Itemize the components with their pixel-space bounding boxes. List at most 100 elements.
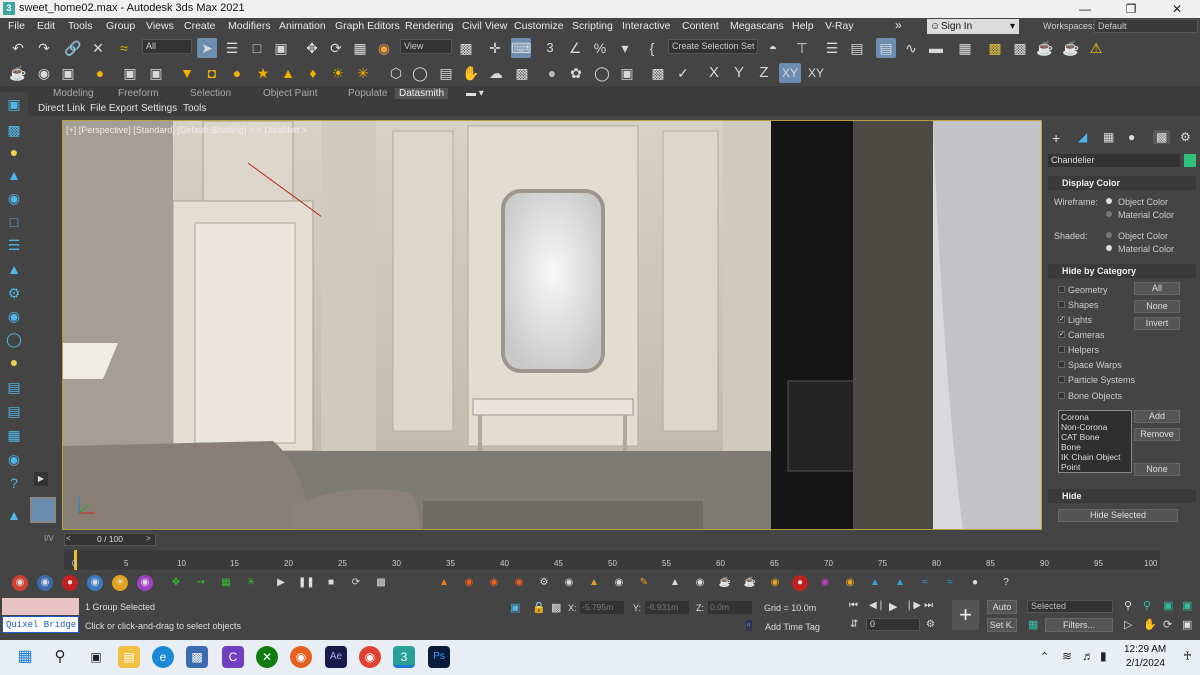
scene-explorer-icon[interactable]: ☰ — [822, 38, 842, 58]
list-item[interactable]: Corona — [1061, 412, 1129, 422]
trash-icon[interactable]: ▩ — [373, 575, 389, 591]
toggle-ribbon-icon[interactable]: ▤ — [876, 38, 896, 58]
menu-civil-view[interactable]: Civil View — [462, 20, 507, 32]
ribbon-tab-freeform[interactable]: Freeform — [118, 88, 159, 99]
help-icon[interactable]: ? — [998, 575, 1014, 591]
vray-teapot-icon[interactable]: ☕ — [8, 63, 28, 83]
key-filter-dropdown[interactable]: Selected — [1027, 600, 1113, 613]
3ds-max-taskbar-icon[interactable]: 3 — [393, 646, 415, 668]
ribbon-tab-populate[interactable]: Populate — [348, 88, 387, 99]
phoenix-settings-icon[interactable]: ⚙ — [536, 575, 552, 591]
z-coordinate-field[interactable]: 0.0m — [708, 601, 752, 614]
menu-customize[interactable]: Customize — [514, 20, 564, 32]
tray-chevron-icon[interactable]: ⌃ — [1040, 650, 1049, 663]
render-iterative-icon[interactable]: ☕ — [1061, 38, 1081, 58]
ribbon-direct-link[interactable]: Direct Link — [38, 103, 85, 114]
pan-icon[interactable]: ✋ — [1143, 618, 1157, 631]
invert-button[interactable]: Invert — [1134, 317, 1180, 330]
utilities-tab-icon[interactable]: ⚙ — [1180, 130, 1191, 144]
set-key-icon[interactable]: + — [952, 600, 979, 630]
key-mode-icon[interactable]: ⇵ — [850, 619, 858, 630]
corona-render-icon[interactable]: ◉ — [12, 575, 28, 591]
track-bar[interactable]: 0 5 10 15 20 25 30 35 40 45 50 55 60 65 … — [64, 550, 1160, 570]
all-button[interactable]: All — [1134, 282, 1180, 295]
corona-material-icon[interactable]: ◉ — [137, 575, 153, 591]
display-color-rollout[interactable]: Display Color — [1048, 176, 1196, 190]
move-icon[interactable]: ✥ — [302, 38, 322, 58]
bind-space-warp-icon[interactable]: ≈ — [114, 38, 134, 58]
shapes-checkbox[interactable] — [1058, 301, 1065, 308]
shape-icon[interactable]: □ — [4, 212, 24, 232]
vray-ambient-light-icon[interactable]: ♦ — [303, 63, 323, 83]
eye-icon[interactable]: ◉ — [4, 449, 24, 469]
phoenix-splash-icon[interactable]: ◉ — [692, 575, 708, 591]
vray-spot-light-icon[interactable]: ▲ — [278, 63, 298, 83]
phoenix-wave-icon[interactable]: ≈ — [917, 575, 933, 591]
window-crossing-icon[interactable]: ▣ — [271, 38, 291, 58]
viewport-label-menu[interactable]: [+] [Perspective] [Standard] [Default Sh… — [66, 125, 307, 135]
ribbon-tab-datasmith[interactable]: Datasmith — [395, 88, 449, 99]
phoenix-brush-icon[interactable]: ✎ — [636, 575, 652, 591]
store-icon[interactable]: ▩ — [186, 646, 208, 668]
wireframe-object-color-radio[interactable] — [1106, 198, 1112, 204]
corona-stop-icon[interactable]: ● — [62, 575, 78, 591]
lock-selection-icon[interactable]: 🔒 — [532, 601, 546, 614]
previous-frame-icon[interactable]: ◀❘ — [869, 600, 885, 611]
orbit-icon[interactable]: ⟳ — [1163, 618, 1172, 631]
grid-icon[interactable]: ▦ — [4, 425, 24, 445]
light-bulb-icon[interactable]: ● — [4, 142, 24, 162]
zoom-extents-all-icon[interactable]: ▣ — [1182, 599, 1192, 612]
menu-megascans[interactable]: Megascans — [730, 20, 784, 32]
menu-rendering[interactable]: Rendering — [405, 20, 453, 32]
ribbon-settings[interactable]: Settings — [141, 103, 177, 114]
none-button[interactable]: None — [1134, 300, 1180, 313]
sphere-icon[interactable]: ◉ — [4, 306, 24, 326]
ribbon-tools[interactable]: Tools — [183, 103, 206, 114]
volume-icon[interactable]: ♬ — [1082, 649, 1094, 663]
maxscript-listener[interactable] — [2, 598, 79, 615]
menu-help[interactable]: Help — [792, 20, 814, 32]
space-warps-checkbox[interactable] — [1058, 361, 1065, 368]
category-listbox[interactable]: Corona Non-Corona CAT Bone Bone IK Chain… — [1058, 410, 1132, 473]
file-explorer-icon[interactable]: ▤ — [118, 646, 140, 668]
list-item[interactable]: Non-Corona — [1061, 422, 1129, 432]
shaded-object-color-radio[interactable] — [1106, 232, 1112, 238]
time-slider-prev-icon[interactable]: < — [66, 534, 71, 543]
corona-ir-icon[interactable]: ◉ — [37, 575, 53, 591]
phoenix-tank-icon[interactable]: ◉ — [767, 575, 783, 591]
layer-explorer-icon[interactable]: ▤ — [847, 38, 867, 58]
list-item[interactable]: Bone — [1061, 442, 1129, 452]
edge-icon[interactable]: e — [152, 646, 174, 668]
expand-arrow-icon[interactable]: ▶ — [34, 472, 48, 486]
undo-icon[interactable]: ↶ — [8, 38, 28, 58]
object-color-swatch[interactable] — [1184, 154, 1196, 167]
pause-icon[interactable]: ❚❚ — [298, 575, 315, 591]
wireframe-material-color-radio[interactable] — [1106, 211, 1112, 217]
phoenix-boat-icon[interactable]: ● — [967, 575, 983, 591]
x-coordinate-field[interactable]: -5.795m — [580, 601, 624, 614]
list-item[interactable]: Point — [1061, 462, 1129, 472]
menu-graph-editors[interactable]: Graph Editors — [335, 20, 400, 32]
corona-vfb-icon[interactable]: ◉ — [87, 575, 103, 591]
ribbon-tab-selection[interactable]: Selection — [190, 88, 231, 99]
percent-snap-icon[interactable]: % — [590, 38, 610, 58]
link-icon[interactable]: ◯ — [4, 329, 24, 349]
auto-key-button[interactable]: Auto — [987, 600, 1017, 614]
phoenix-preview-icon[interactable]: ◉ — [561, 575, 577, 591]
vray-camera-icon[interactable]: ▣ — [120, 63, 140, 83]
link-icon[interactable]: 🔗 — [63, 38, 83, 58]
lights-checkbox[interactable]: ✓ — [1058, 316, 1065, 323]
close-button[interactable]: ✕ — [1154, 0, 1200, 18]
object-icon[interactable]: ▩ — [4, 120, 24, 140]
workspace-dropdown[interactable]: Default — [1094, 19, 1198, 33]
rectangular-selection-icon[interactable]: □ — [247, 38, 267, 58]
geometry-checkbox[interactable] — [1058, 286, 1065, 293]
record-icon[interactable]: ● — [792, 575, 808, 591]
next-frame-icon[interactable]: ❘▶ — [905, 600, 921, 611]
spinner-snap-icon[interactable]: ▾ — [615, 38, 635, 58]
vray-ies-light-icon[interactable]: ★ — [253, 63, 273, 83]
isolate-selection-icon[interactable]: ▣ — [510, 601, 520, 614]
vray-material-library-icon[interactable]: ✿ — [566, 63, 586, 83]
angle-snap-icon[interactable]: ∠ — [565, 38, 585, 58]
add-time-tag-button[interactable]: Add Time Tag — [765, 622, 820, 632]
